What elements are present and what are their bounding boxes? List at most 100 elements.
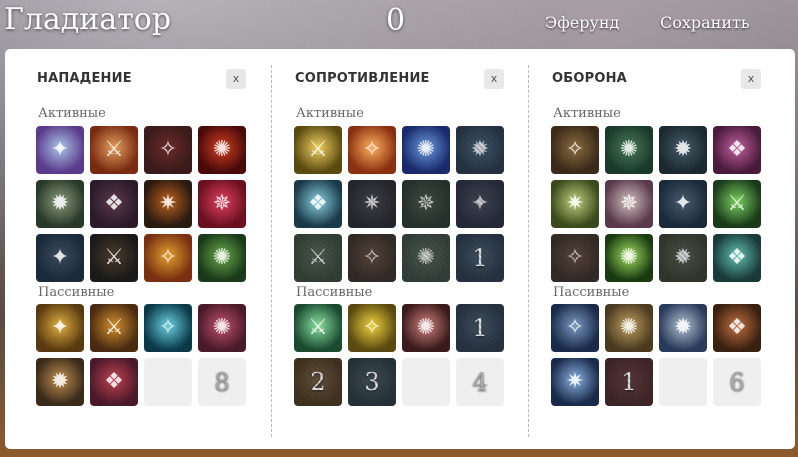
sword-strike-icon[interactable]: ⚔ xyxy=(90,126,138,174)
sun-burst-icon[interactable]: ✧ xyxy=(348,126,396,174)
javelin-icon[interactable]: ✦ xyxy=(659,180,707,228)
skill-glyph: ⚔ xyxy=(104,137,124,162)
skill-rank-count: 4 xyxy=(472,368,488,396)
warrior-face-icon[interactable]: ✧ xyxy=(348,234,396,282)
close-button[interactable]: x xyxy=(226,69,246,89)
class-title: Гладиатор xyxy=(4,2,172,37)
heart-vortex-icon[interactable]: ✵ xyxy=(198,180,246,228)
armor-row-icon[interactable]: ✺ xyxy=(605,304,653,352)
green-orb-icon[interactable]: ✺ xyxy=(402,234,450,282)
green-blade-icon[interactable]: ⚔ xyxy=(294,304,342,352)
close-button[interactable]: x xyxy=(741,69,761,89)
meditation-icon[interactable]: ✵ xyxy=(402,180,450,228)
cyan-burst-icon[interactable]: ✧ xyxy=(144,304,192,352)
raised-sword-icon[interactable]: ✺ xyxy=(198,304,246,352)
skill-glyph: ✺ xyxy=(416,315,436,340)
skill-rank-count: 6 xyxy=(729,368,745,396)
rays-icon[interactable]: 1 xyxy=(456,304,504,352)
bandaged-hand-icon[interactable]: ✺ xyxy=(402,304,450,352)
crossed-axes-icon[interactable]: ✹ xyxy=(36,358,84,406)
top-bar: Гладиатор 0 Эферунд Сохранить xyxy=(0,0,798,46)
skill-glyph: ✷ xyxy=(565,191,585,216)
skill-glyph: ✦ xyxy=(50,315,70,340)
dark-leap-icon[interactable]: ✦ xyxy=(36,234,84,282)
skill-glyph: ⚔ xyxy=(104,315,124,340)
dark-teal-icon[interactable]: 3 xyxy=(348,358,396,406)
skill-glyph: ✺ xyxy=(619,315,639,340)
skill-rank-count: 1 xyxy=(472,314,488,342)
dark-rays-icon[interactable]: 1 xyxy=(605,358,653,406)
dark-gold-icon[interactable]: 2 xyxy=(294,358,342,406)
angel-shield-icon[interactable]: ✵ xyxy=(605,180,653,228)
dark-figure-icon[interactable]: ✦ xyxy=(456,180,504,228)
save-link[interactable]: Сохранить xyxy=(660,13,750,32)
shield-icon[interactable]: ✧ xyxy=(551,304,599,352)
whirlwind-icon[interactable]: ✺ xyxy=(198,126,246,174)
empty-skill-slot[interactable] xyxy=(144,358,192,406)
golden-ring-icon[interactable]: ⚔ xyxy=(90,304,138,352)
active-label: Активные xyxy=(296,106,364,121)
whip-icon[interactable]: ✷ xyxy=(551,180,599,228)
skill-glyph: ❖ xyxy=(308,191,328,216)
empty-skill-slot[interactable]: 8 xyxy=(198,358,246,406)
skill-glyph: ✦ xyxy=(50,137,70,162)
green-warrior-icon[interactable]: ✺ xyxy=(198,234,246,282)
skill-glyph: ✹ xyxy=(50,191,70,216)
fist-daggers-icon[interactable]: ❖ xyxy=(90,358,138,406)
skill-glyph: ✵ xyxy=(212,191,232,216)
skill-glyph: ✧ xyxy=(362,137,382,162)
empty-skill-slot[interactable]: 4 xyxy=(456,358,504,406)
head-silhouette-icon[interactable]: ✷ xyxy=(348,180,396,228)
brown-figure-icon[interactable]: ✧ xyxy=(551,234,599,282)
golden-spear-icon[interactable]: ✦ xyxy=(36,304,84,352)
skill-glyph: ✧ xyxy=(565,315,585,340)
skill-glyph: ❖ xyxy=(104,191,124,216)
glowing-figure-icon[interactable]: ✺ xyxy=(605,234,653,282)
hammer-icon[interactable]: ✧ xyxy=(144,234,192,282)
tower-shield-icon[interactable]: ✧ xyxy=(551,126,599,174)
brown-figure-icon[interactable]: ❖ xyxy=(713,304,761,352)
skill-glyph: ✹ xyxy=(673,245,693,270)
skill-glyph: ✺ xyxy=(619,137,639,162)
rays-one-icon[interactable]: 1 xyxy=(456,234,504,282)
holy-shield-icon[interactable]: ✺ xyxy=(402,126,450,174)
wolf-roar-icon[interactable]: ✷ xyxy=(551,358,599,406)
skill-glyph: ✺ xyxy=(212,315,232,340)
flame-blade-icon[interactable]: ✷ xyxy=(144,180,192,228)
active-label: Активные xyxy=(553,106,621,121)
skill-glyph: ✦ xyxy=(50,245,70,270)
green-arrow-up-icon[interactable]: ⚔ xyxy=(713,180,761,228)
skill-glyph: ✷ xyxy=(158,191,178,216)
skill-glyph: ✺ xyxy=(212,245,232,270)
skill-glyph: ✧ xyxy=(362,245,382,270)
ground-slam-icon[interactable]: ✹ xyxy=(36,180,84,228)
yellow-slash-icon[interactable]: ✧ xyxy=(348,304,396,352)
skill-glyph: ✵ xyxy=(619,191,639,216)
server-link[interactable]: Эферунд xyxy=(545,13,619,32)
dark-helm-icon[interactable]: ❖ xyxy=(713,126,761,174)
green-plate-icon[interactable]: ✹ xyxy=(659,234,707,282)
skill-glyph: ✧ xyxy=(565,137,585,162)
close-button[interactable]: x xyxy=(484,69,504,89)
blade-dash-icon[interactable]: ✧ xyxy=(144,126,192,174)
silhouette-icon[interactable]: ⚔ xyxy=(90,234,138,282)
electric-body-icon[interactable]: ❖ xyxy=(294,180,342,228)
flexing-man-icon[interactable]: ❖ xyxy=(713,234,761,282)
skill-rank-count: 2 xyxy=(310,368,326,396)
shadow-strike-icon[interactable]: ❖ xyxy=(90,180,138,228)
green-mist-icon[interactable]: ⚔ xyxy=(294,234,342,282)
skill-rank-count: 3 xyxy=(364,368,380,396)
lightning-slash-icon[interactable]: ✦ xyxy=(36,126,84,174)
radiant-figure-icon[interactable]: ⚔ xyxy=(294,126,342,174)
spear-thrower-icon[interactable]: ✹ xyxy=(659,126,707,174)
skill-glyph: ✧ xyxy=(158,245,178,270)
skill-glyph: ✺ xyxy=(416,245,436,270)
empty-skill-slot[interactable] xyxy=(402,358,450,406)
skill-glyph: ⚔ xyxy=(308,137,328,162)
arm-flex-icon[interactable]: ✺ xyxy=(605,126,653,174)
empty-skill-slot[interactable]: 6 xyxy=(713,358,761,406)
round-shield-icon[interactable]: ✹ xyxy=(659,304,707,352)
skill-glyph: ✺ xyxy=(212,137,232,162)
dim-rays-icon[interactable]: ✹ xyxy=(456,126,504,174)
empty-skill-slot[interactable] xyxy=(659,358,707,406)
